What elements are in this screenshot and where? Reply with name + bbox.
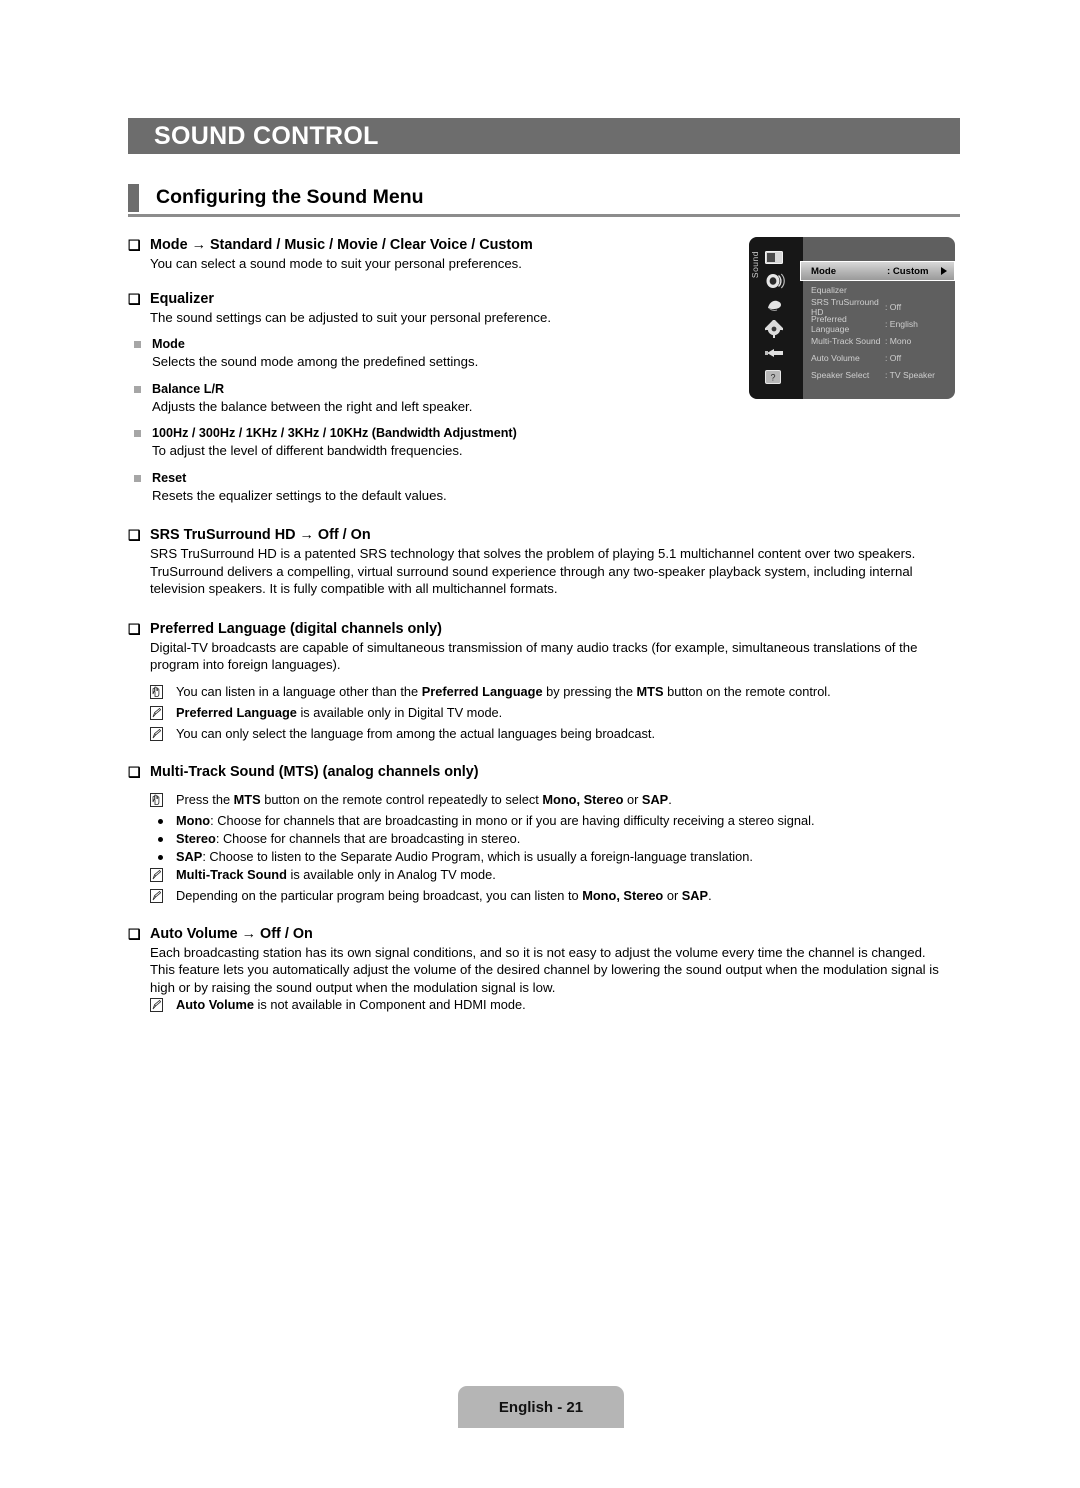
- note-text: Auto Volume is not available in Componen…: [176, 997, 526, 1012]
- topic-heading-text: Multi-Track Sound (MTS) (analog channels…: [150, 763, 479, 780]
- topic-preferred-language: ❑ Preferred Language (digital channels o…: [128, 620, 928, 746]
- note-line: Auto Volume is not available in Componen…: [150, 996, 928, 1017]
- topic-heading-text: Preferred Language (digital channels onl…: [150, 620, 442, 637]
- topic-body: The sound settings can be adjusted to su…: [150, 309, 552, 325]
- chapter-title: SOUND CONTROL: [154, 121, 379, 150]
- hand-note-icon: [150, 791, 176, 812]
- pencil-note-icon: [150, 725, 176, 746]
- bullet-text: SAP: Choose to listen to the Separate Au…: [176, 848, 753, 864]
- bullet-text: Mono: Choose for channels that are broad…: [176, 812, 815, 828]
- topic-body: Digital-TV broadcasts are capable of sim…: [150, 639, 918, 673]
- section-accent-bar: [128, 184, 139, 212]
- topic-heading: ❑ SRS TruSurround HD → Off / On: [128, 526, 928, 545]
- subtopic-body: Selects the sound mode among the predefi…: [152, 354, 479, 369]
- square-bullet-icon: [134, 469, 152, 482]
- checkbox-bullet-icon: ❑: [128, 527, 141, 543]
- note-line: Press the MTS button on the remote contr…: [150, 791, 928, 812]
- note-line: Preferred Language is available only in …: [150, 704, 928, 725]
- checkbox-bullet-icon: ❑: [128, 237, 141, 253]
- pencil-note-icon: [150, 887, 176, 908]
- bullet-line: Mono: Choose for channels that are broad…: [150, 812, 928, 830]
- note-text: Preferred Language is available only in …: [176, 704, 503, 720]
- manual-page: SOUND CONTROL Configuring the Sound Menu…: [0, 0, 1080, 1488]
- pencil-note-icon: [150, 996, 176, 1017]
- topic-heading-text: SRS TruSurround HD → Off / On: [150, 527, 371, 543]
- subtopic-heading-text: Reset: [152, 470, 187, 485]
- topic-equalizer: ❑ Equalizer The sound settings can be ad…: [128, 290, 928, 505]
- chapter-banner: SOUND CONTROL: [128, 118, 960, 154]
- chevron-right-icon: [941, 267, 947, 275]
- page-content: ❑ Mode → Standard / Music / Movie / Clea…: [128, 236, 939, 1018]
- checkbox-bullet-icon: ❑: [128, 763, 141, 780]
- dot-bullet-icon: [150, 830, 176, 842]
- section-divider: [128, 214, 960, 217]
- square-bullet-icon: [134, 424, 152, 437]
- topic-mode: ❑ Mode → Standard / Music / Movie / Clea…: [128, 236, 928, 273]
- topic-body: Each broadcasting station has its own si…: [150, 944, 939, 995]
- checkbox-bullet-icon: ❑: [128, 620, 141, 637]
- dot-bullet-icon: [150, 812, 176, 824]
- topic-heading-text: Mode → Standard / Music / Movie / Clear …: [150, 237, 533, 253]
- note-text: You can listen in a language other than …: [176, 683, 831, 699]
- bullet-line: SAP: Choose to listen to the Separate Au…: [150, 848, 928, 866]
- subtopic-body: Adjusts the balance between the right an…: [152, 398, 473, 414]
- subtopic-heading-text: Balance L/R: [152, 381, 225, 396]
- topic-multi-track-sound: ❑ Multi-Track Sound (MTS) (analog channe…: [128, 763, 928, 908]
- note-text: Depending on the particular program bein…: [176, 887, 712, 903]
- subtopic-heading: 100Hz / 300Hz / 1KHz / 3KHz / 10KHz (Ban…: [134, 424, 928, 442]
- topic-body: You can select a sound mode to suit your…: [150, 256, 522, 271]
- subtopic-heading: Mode: [134, 335, 928, 353]
- topic-heading-text: Auto Volume → Off / On: [150, 925, 313, 942]
- pencil-note-icon: [150, 704, 176, 725]
- topic-body: SRS TruSurround HD is a patented SRS tec…: [150, 546, 916, 596]
- subtopic-heading: Reset: [134, 469, 928, 487]
- topic-heading: ❑ Equalizer: [128, 290, 928, 309]
- square-bullet-icon: [134, 335, 152, 348]
- bullet-text: Stereo: Choose for channels that are bro…: [176, 830, 521, 846]
- topic-heading: ❑ Preferred Language (digital channels o…: [128, 620, 928, 639]
- topic-heading-text: Equalizer: [150, 290, 214, 307]
- note-text: You can only select the language from am…: [176, 725, 656, 741]
- page-footer-tab: English - 21: [458, 1386, 624, 1428]
- section-title: Configuring the Sound Menu: [156, 186, 424, 208]
- section-heading: Configuring the Sound Menu: [128, 182, 960, 220]
- dot-bullet-icon: [150, 848, 176, 860]
- note-line: You can only select the language from am…: [150, 725, 928, 746]
- topic-auto-volume: ❑ Auto Volume → Off / On Each broadcasti…: [128, 925, 939, 1018]
- note-line: You can listen in a language other than …: [150, 683, 928, 704]
- topic-srs-trusurround-hd: ❑ SRS TruSurround HD → Off / On SRS TruS…: [128, 526, 928, 598]
- checkbox-bullet-icon: ❑: [128, 925, 141, 942]
- note-text: Multi-Track Sound is available only in A…: [176, 866, 496, 882]
- note-text: Press the MTS button on the remote contr…: [176, 791, 672, 807]
- note-line: Depending on the particular program bein…: [150, 887, 928, 908]
- bullet-line: Stereo: Choose for channels that are bro…: [150, 830, 928, 848]
- note-line: Multi-Track Sound is available only in A…: [150, 866, 928, 887]
- hand-note-icon: [150, 683, 176, 704]
- square-bullet-icon: [134, 380, 152, 393]
- topic-heading: ❑ Mode → Standard / Music / Movie / Clea…: [128, 236, 928, 255]
- page-number-label: English - 21: [498, 1398, 584, 1416]
- subtopic-body: Resets the equalizer settings to the def…: [152, 487, 447, 503]
- pencil-note-icon: [150, 866, 176, 887]
- topic-heading: ❑ Multi-Track Sound (MTS) (analog channe…: [128, 763, 928, 782]
- topic-heading: ❑ Auto Volume → Off / On: [128, 925, 928, 944]
- checkbox-bullet-icon: ❑: [128, 290, 141, 307]
- subtopic-heading-text: Mode: [152, 337, 185, 351]
- subtopic-heading-text: 100Hz / 300Hz / 1KHz / 3KHz / 10KHz (Ban…: [152, 426, 517, 440]
- subtopic-body: To adjust the level of different bandwid…: [152, 443, 463, 458]
- subtopic-heading: Balance L/R: [134, 380, 928, 398]
